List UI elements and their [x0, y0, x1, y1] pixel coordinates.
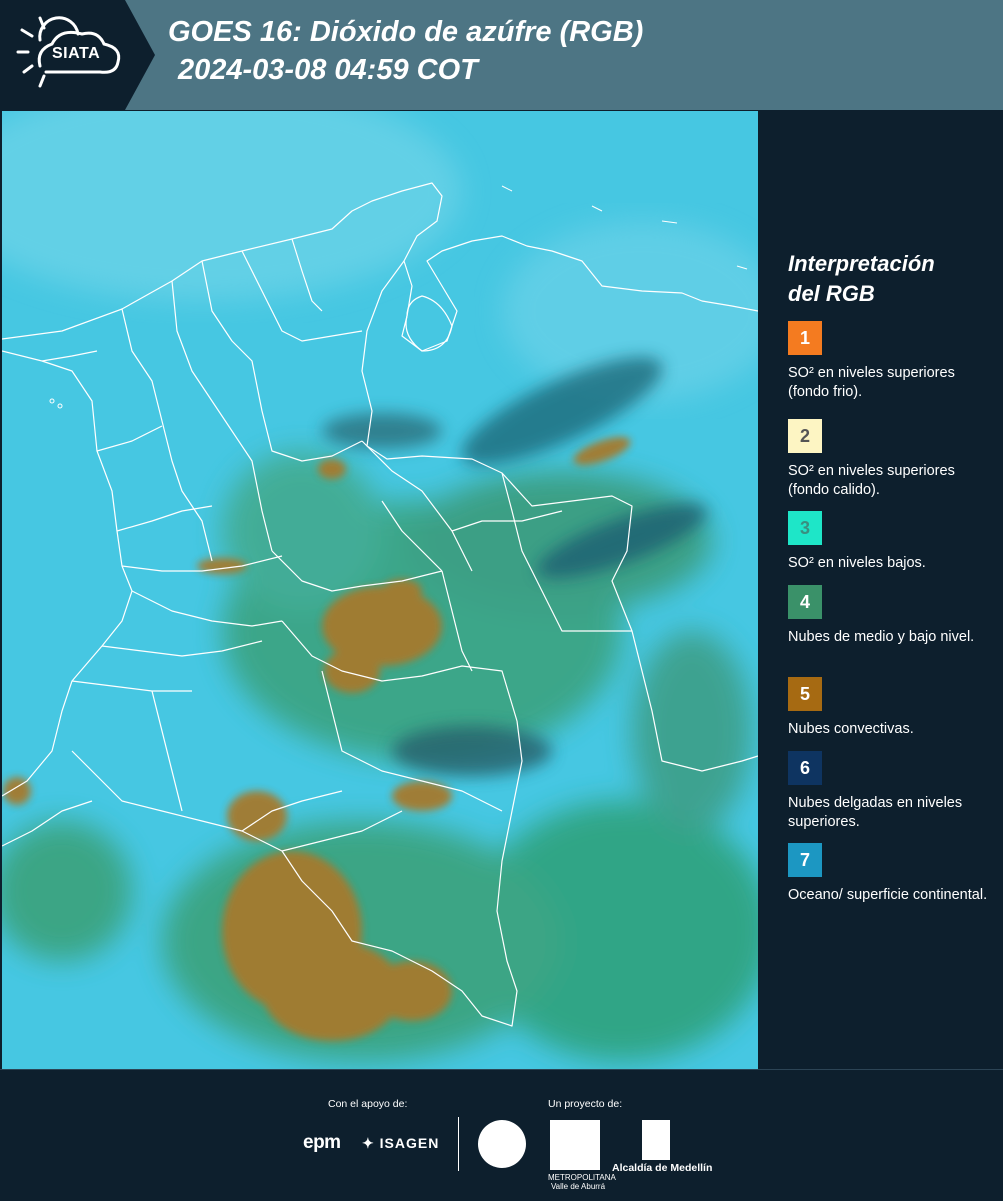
epm-logo[interactable]: epm: [303, 1132, 341, 1154]
legend-title: Interpretación del RGB: [788, 249, 988, 309]
legend-title-line1: Interpretación: [788, 251, 935, 276]
legend-text: Nubes delgadas en niveles superiores.: [788, 795, 963, 830]
legend-panel: Interpretación del RGB 1 SO² en niveles …: [762, 111, 1003, 1069]
legend-text: SO² en niveles bajos.: [788, 555, 926, 571]
legend-swatch: 4: [788, 585, 822, 619]
legend-text: Nubes de medio y bajo nivel.: [788, 629, 975, 645]
legend-swatch: 3: [788, 511, 822, 545]
legend-swatch: 7: [788, 843, 822, 877]
medellin-seal-icon[interactable]: [478, 1120, 526, 1168]
satellite-map[interactable]: [2, 111, 758, 1069]
alcaldia-shield-icon[interactable]: [642, 1120, 670, 1160]
legend-item-7: 7 Oceano/ superficie continental.: [788, 843, 993, 905]
legend-swatch: 2: [788, 419, 822, 453]
timestamp: 2024-03-08 04:59 COT: [178, 54, 478, 86]
support-label: Con el apoyo de:: [328, 1098, 408, 1110]
area-metropolitana-logo-icon[interactable]: [550, 1120, 600, 1170]
legend-item-6: 6 Nubes delgadas en niveles superiores.: [788, 751, 993, 832]
legend-item-4: 4 Nubes de medio y bajo nivel.: [788, 585, 993, 647]
logo-text: SIATA: [52, 45, 101, 62]
legend-title-line2: del RGB: [788, 281, 875, 306]
isagen-text: ISAGEN: [379, 1135, 440, 1151]
header-bar: SIATA GOES 16: Dióxido de azúfre (RGB) 2…: [0, 0, 1003, 110]
legend-swatch: 1: [788, 321, 822, 355]
legend-swatch: 5: [788, 677, 822, 711]
legend-item-1: 1 SO² en niveles superiores (fondo frio)…: [788, 321, 993, 402]
siata-logo[interactable]: SIATA: [0, 0, 155, 110]
isagen-logo[interactable]: ✦ ISAGEN: [362, 1135, 439, 1152]
legend-text: SO² en niveles superiores (fondo frio).: [788, 365, 955, 400]
legend-text: Nubes convectivas.: [788, 721, 914, 737]
legend-item-3: 3 SO² en niveles bajos.: [788, 511, 993, 573]
legend-item-5: 5 Nubes convectivas.: [788, 677, 993, 739]
area-metropolitana-text: METROPOLITANA Valle de Aburrá: [548, 1173, 616, 1191]
alcaldia-text: Alcaldía de Medellín: [612, 1162, 713, 1174]
legend-item-2: 2 SO² en niveles superiores (fondo calid…: [788, 419, 993, 500]
footer-divider: [458, 1117, 459, 1171]
legend-text: Oceano/ superficie continental.: [788, 887, 988, 903]
legend-swatch: 6: [788, 751, 822, 785]
footer: Con el apoyo de: Un proyecto de: epm ✦ I…: [0, 1069, 1003, 1201]
legend-text: SO² en niveles superiores (fondo calido)…: [788, 463, 955, 498]
project-label: Un proyecto de:: [548, 1098, 623, 1110]
page-title: GOES 16: Dióxido de azúfre (RGB): [168, 16, 644, 48]
